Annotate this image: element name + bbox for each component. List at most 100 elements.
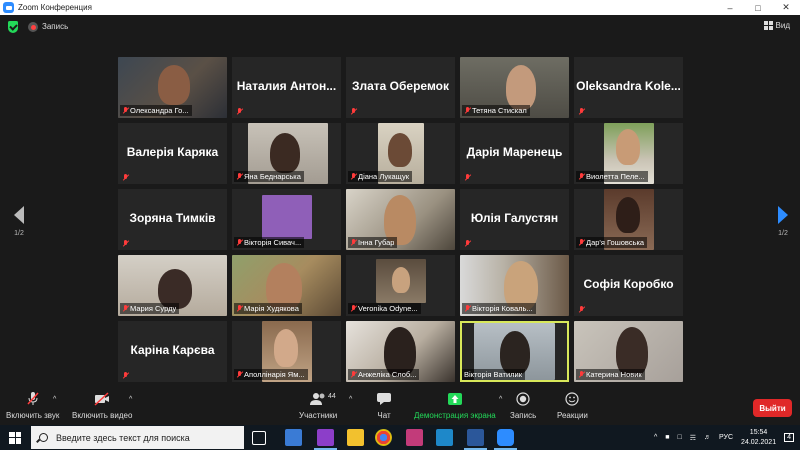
muted-mic-icon (350, 108, 356, 115)
volume-icon[interactable]: ♬ (704, 434, 711, 441)
participant-name-label: Діана Лукащук (348, 171, 412, 182)
chevron-left-icon (14, 206, 24, 224)
muted-mic-icon (236, 305, 242, 312)
start-video-button[interactable]: Включить видео (72, 392, 132, 420)
participant-tile[interactable]: Зоряна Тимків (118, 189, 227, 250)
word-icon[interactable] (464, 429, 487, 450)
participant-tile[interactable]: Марія Худякова (232, 255, 341, 316)
participant-tile[interactable]: Вікторія Коваль... (460, 255, 569, 316)
participant-tile[interactable]: Юлія Галустян (460, 189, 569, 250)
view-button[interactable]: Вид (763, 21, 790, 30)
participant-tile[interactable]: Аполлінарія Ям... (232, 321, 341, 382)
muted-mic-icon (122, 174, 128, 181)
unmute-label: Включить звук (6, 411, 60, 420)
participant-name-label: Марія Худякова (234, 303, 302, 314)
participant-name-label: Мария Сурду (120, 303, 180, 314)
participant-tile[interactable]: Злата Оберемок (346, 57, 455, 118)
chat-icon (376, 392, 392, 406)
participant-tile[interactable]: Veronika Odyne... (346, 255, 455, 316)
muted-mic-icon (464, 240, 470, 247)
security-shield-icon[interactable] (8, 21, 18, 33)
file-explorer-icon[interactable] (347, 429, 364, 446)
muted-microphone-icon (25, 392, 41, 406)
chrome-icon[interactable] (375, 429, 392, 446)
share-screen-button[interactable]: Демонстрация экрана (414, 392, 496, 420)
reactions-button[interactable]: Реакции (557, 392, 588, 420)
participant-tile[interactable]: Oleksandra Kole... (574, 57, 683, 118)
muted-mic-icon (464, 107, 470, 114)
search-icon (39, 433, 48, 442)
tray-app-icon[interactable]: ■ (665, 434, 669, 441)
record-icon (515, 392, 531, 406)
participant-tile[interactable]: Катерина Новик (574, 321, 683, 382)
app-taskbar-icon[interactable] (406, 429, 423, 446)
tray-chevron-up-icon[interactable]: ^ (654, 434, 657, 441)
participant-name-label: Вікторія Коваль... (462, 303, 536, 314)
participant-figure (274, 329, 298, 367)
participant-tile[interactable]: Інна Губар (346, 189, 455, 250)
participants-label: Участники (299, 411, 338, 420)
participant-tile[interactable]: Олександра Го... (118, 57, 227, 118)
language-indicator[interactable]: РУС (719, 434, 733, 441)
notifications-badge[interactable]: 4 (784, 433, 794, 442)
recording-dot-icon (28, 22, 38, 32)
participant-tile[interactable]: Яна Беднарська (232, 123, 341, 184)
taskbar-clock[interactable]: 15:54 24.02.2021 (741, 428, 776, 448)
participant-tile[interactable]: Вікторія Сивач... (232, 189, 341, 250)
participant-tile[interactable]: Мария Сурду (118, 255, 227, 316)
muted-mic-icon (464, 174, 470, 181)
participant-name-label: Вікторія Ватилик (462, 369, 526, 380)
app-taskbar-icon[interactable] (314, 429, 337, 450)
next-page-button[interactable]: 1/2 (773, 206, 793, 237)
task-view-icon[interactable] (252, 431, 266, 445)
page-indicator-right: 1/2 (778, 230, 788, 237)
gallery-view: Олександра Го... Наталия Антон... Злата … (118, 57, 683, 382)
close-icon[interactable]: ✕ (772, 0, 800, 15)
app-taskbar-icon[interactable] (436, 429, 453, 446)
share-options-caret-icon[interactable]: ^ (499, 396, 502, 403)
participant-figure (616, 197, 640, 233)
windows-start-icon[interactable] (9, 431, 21, 444)
network-icon[interactable]: ☴ (690, 434, 696, 442)
participant-name-label: Аполлінарія Ям... (234, 369, 308, 380)
record-button[interactable]: Запись (510, 392, 536, 420)
leave-meeting-button[interactable]: Выйти (753, 399, 792, 417)
participant-tile[interactable]: Тетяна Стискал (460, 57, 569, 118)
muted-mic-icon (236, 173, 242, 180)
app-taskbar-icon[interactable] (285, 429, 302, 446)
meeting-top-strip: Запись Вид (0, 15, 800, 39)
minimize-icon[interactable]: – (716, 0, 744, 15)
participants-options-caret-icon[interactable]: ^ (349, 396, 352, 403)
muted-mic-icon (350, 173, 356, 180)
video-options-caret-icon[interactable]: ^ (129, 396, 132, 403)
muted-mic-icon (350, 305, 356, 312)
maximize-icon[interactable]: □ (744, 0, 772, 15)
zoom-taskbar-icon[interactable] (494, 429, 517, 450)
audio-options-caret-icon[interactable]: ^ (53, 396, 56, 403)
title-bar: Zoom Конференция – □ ✕ (0, 0, 800, 15)
participant-name-display: Дарія Маренець (466, 145, 563, 159)
participant-tile[interactable]: Анжеліка Слоб... (346, 321, 455, 382)
reactions-label: Реакции (557, 411, 588, 420)
participant-tile[interactable]: Наталия Антон... (232, 57, 341, 118)
participant-name-label: Veronika Odyne... (348, 303, 421, 314)
tray-app-icon[interactable]: □ (678, 434, 682, 441)
active-speaker-tile[interactable]: Вікторія Ватилик (460, 321, 569, 382)
muted-mic-icon (236, 239, 242, 246)
participant-name-display: Юлія Галустян (470, 211, 559, 225)
taskbar-search-box[interactable]: Введите здесь текст для поиска (31, 426, 244, 449)
previous-page-button[interactable]: 1/2 (9, 206, 29, 237)
muted-mic-icon (350, 371, 356, 378)
participant-tile[interactable]: Виолетта Пеле... (574, 123, 683, 184)
participant-figure (392, 267, 410, 293)
participant-tile[interactable]: Каріна Карєва (118, 321, 227, 382)
participant-tile[interactable]: Дар'я Гошовська (574, 189, 683, 250)
participant-name-label: Вікторія Сивач... (234, 237, 305, 248)
participant-tile[interactable]: Валерія Каряка (118, 123, 227, 184)
unmute-button[interactable]: Включить звук (6, 392, 59, 420)
participant-name-display: Наталия Антон... (236, 79, 337, 93)
participant-tile[interactable]: Діана Лукащук (346, 123, 455, 184)
participant-tile[interactable]: Дарія Маренець (460, 123, 569, 184)
chat-button[interactable]: Чат (376, 392, 392, 420)
participant-tile[interactable]: Софія Коробко (574, 255, 683, 316)
